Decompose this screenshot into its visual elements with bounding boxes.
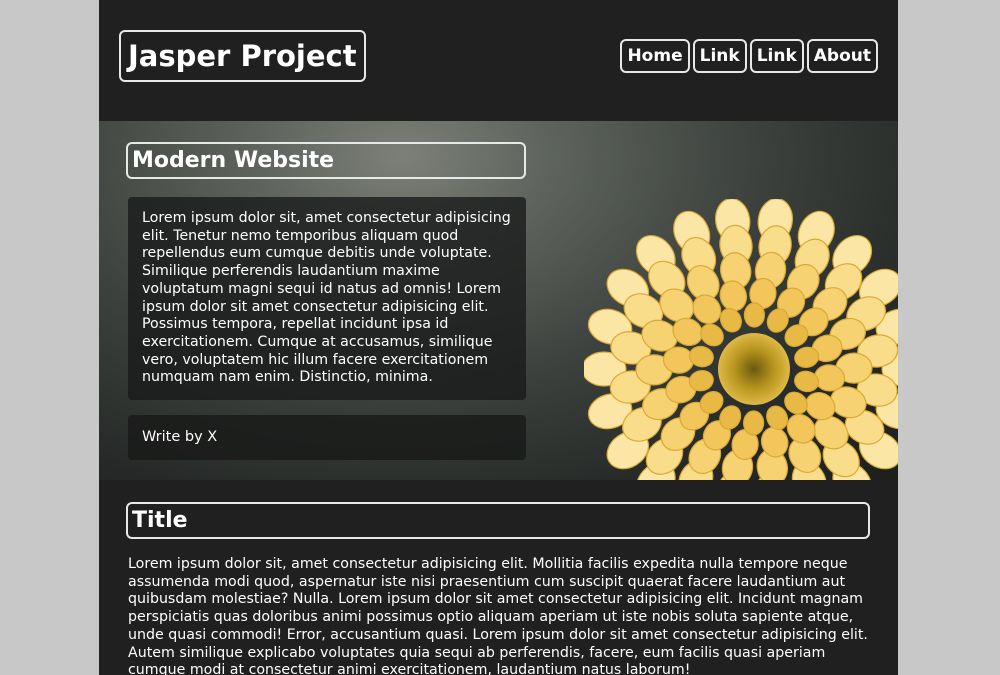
section-title: Title	[126, 502, 870, 539]
site-logo[interactable]: Jasper Project	[119, 30, 366, 82]
section-text: Lorem ipsum dolor sit, amet consectetur …	[128, 556, 868, 675]
content-section: Title Lorem ipsum dolor sit, amet consec…	[99, 480, 898, 675]
nav-link-1[interactable]: Link	[692, 39, 747, 73]
site-header: Jasper Project Home Link Link About	[99, 0, 898, 121]
page-container: Jasper Project Home Link Link About Mode…	[99, 0, 898, 675]
flower-petal	[743, 302, 766, 328]
hero-banner: Modern Website Lorem ipsum dolor sit, am…	[99, 121, 898, 480]
flower-petal	[742, 410, 765, 436]
flower-image	[584, 199, 898, 480]
hero-title: Modern Website	[126, 142, 526, 179]
nav-link-2[interactable]: Link	[749, 39, 804, 73]
main-nav: Home Link Link About	[620, 39, 878, 73]
nav-about-link[interactable]: About	[806, 39, 878, 73]
hero-description: Lorem ipsum dolor sit, amet consectetur …	[128, 197, 526, 401]
nav-home-link[interactable]: Home	[620, 39, 690, 73]
hero-author: Write by X	[128, 415, 526, 460]
